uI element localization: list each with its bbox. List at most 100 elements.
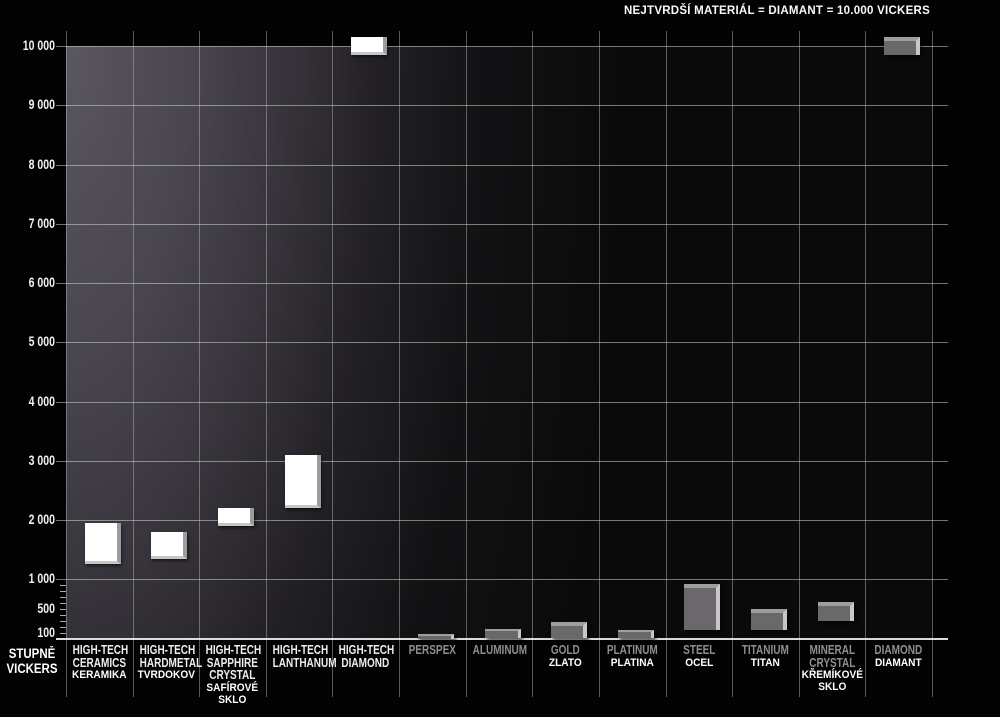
x-axis-label-platinum: PLATINUMPLATINA [599, 644, 666, 669]
y-axis-tick-label: 4 000 [12, 395, 55, 409]
grid-horizontal-line [56, 402, 948, 403]
material-name-cz: KERAMIKA [69, 669, 130, 681]
x-axis-label-hightech-hardmetal: HIGH-TECHHARDMETALTVRDOKOV [133, 644, 200, 681]
material-name-cz: PLATINA [602, 657, 663, 669]
grid-vertical-line [732, 31, 733, 697]
bar-perspex [418, 634, 454, 639]
x-axis-label-steel: STEELOCEL [666, 644, 733, 669]
x-axis-label-diamond: DIAMONDDIAMANT [865, 644, 932, 669]
x-axis-label-titanium: TITANIUMTITAN [732, 644, 799, 669]
x-axis-label-hightech-diamond: HIGH-TECHDIAMOND [332, 644, 399, 669]
material-name-en: GOLD [539, 644, 592, 657]
bar-steel [684, 584, 720, 630]
material-name-en: PLATINUM [606, 644, 659, 657]
y-axis-tick-label: 9 000 [12, 98, 55, 112]
y-axis-tick-label: 3 000 [12, 454, 55, 468]
grid-vertical-line [266, 31, 267, 697]
grid-vertical-line [666, 31, 667, 697]
material-name-en: TITANIUM [739, 644, 792, 657]
material-name-cz: TITAN [735, 657, 796, 669]
bar-platinum [618, 630, 654, 638]
y-axis-minor-tick [60, 603, 66, 604]
grid-vertical-line [932, 31, 933, 697]
y-axis-minor-tick [60, 609, 66, 610]
grid-vertical-line [332, 31, 333, 697]
grid-vertical-line [399, 31, 400, 697]
material-name-en: LANTHANUM [273, 657, 326, 670]
y-axis-title: STUPNĚ VICKERS [0, 646, 64, 676]
material-name-en: STEEL [672, 644, 725, 657]
grid-horizontal-line [56, 105, 948, 106]
grid-vertical-line [532, 31, 533, 697]
y-axis-tick-label: 7 000 [12, 217, 55, 231]
chart-title: NEJTVRDŠÍ MATERIÁL = DIAMANT = 10.000 VI… [624, 5, 930, 17]
material-name-cz: SKLO [801, 681, 862, 693]
y-axis-tick-label: 6 000 [12, 276, 55, 290]
material-name-cz: SKLO [202, 694, 263, 706]
material-name-cz: ZLATO [535, 657, 596, 669]
vickers-hardness-chart: NEJTVRDŠÍ MATERIÁL = DIAMANT = 10.000 VI… [0, 0, 1000, 717]
material-name-en: CRYSTAL [805, 657, 858, 670]
bar-mineral-crystal [818, 602, 854, 621]
y-axis-minor-tick [60, 621, 66, 622]
y-axis-minor-tick [60, 585, 66, 586]
x-axis-label-gold: GOLDZLATO [532, 644, 599, 669]
material-name-cz: SAFÍROVÉ [202, 682, 263, 694]
grid-horizontal-line [56, 224, 948, 225]
x-axis-label-hightech-sapphire: HIGH-TECHSAPPHIRECRYSTALSAFÍROVÉSKLO [199, 644, 266, 706]
material-name-en: DIAMOND [872, 644, 925, 657]
grid-horizontal-line [56, 342, 948, 343]
y-axis-minor-tick [60, 597, 66, 598]
x-axis-label-hightech-ceramics: HIGH-TECHCERAMICSKERAMIKA [66, 644, 133, 681]
y-axis-tick-label: 500 [12, 602, 55, 616]
bar-aluminum [485, 629, 521, 638]
bar-titanium [751, 609, 787, 630]
y-axis-title-line2: VICKERS [5, 661, 59, 676]
material-name-en: CERAMICS [73, 657, 126, 670]
material-name-en: HARDMETAL [139, 657, 192, 670]
grid-vertical-line [799, 31, 800, 697]
grid-vertical-line [865, 31, 866, 697]
grid-vertical-line [199, 31, 200, 697]
x-axis-label-aluminum: ALUMINUM [466, 644, 533, 657]
y-axis-tick-label: 8 000 [12, 158, 55, 172]
x-axis-label-hightech-lanthanum: HIGH-TECHLANTHANUM [266, 644, 333, 669]
y-axis-tick-label: 100 [12, 626, 55, 640]
grid-horizontal-line [56, 46, 948, 47]
y-axis-minor-tick [60, 615, 66, 616]
y-axis-tick-label: 1 000 [12, 572, 55, 586]
bar-hightech-ceramics [85, 523, 121, 564]
grid-horizontal-line [56, 579, 948, 580]
y-axis-minor-tick [60, 627, 66, 628]
grid-vertical-line [466, 31, 467, 697]
grid-vertical-line [133, 31, 134, 697]
material-name-cz: KŘEMÍKOVÉ [801, 669, 862, 681]
material-name-cz: TVRDOKOV [135, 669, 196, 681]
material-name-cz: DIAMANT [868, 657, 929, 669]
grid-horizontal-line [56, 461, 948, 462]
y-axis-tick-label: 2 000 [12, 513, 55, 527]
material-name-en: DIAMOND [339, 657, 392, 670]
y-axis-minor-tick [60, 591, 66, 592]
y-axis-title-line1: STUPNĚ [5, 646, 59, 661]
y-axis-tick-label: 5 000 [12, 335, 55, 349]
bar-diamond [884, 37, 920, 55]
grid-vertical-line [66, 31, 67, 697]
bar-hightech-sapphire [218, 508, 254, 526]
material-name-cz: OCEL [668, 657, 729, 669]
grid-horizontal-line [56, 283, 948, 284]
material-name-en: ALUMINUM [472, 644, 525, 657]
bar-gold [551, 622, 587, 639]
grid-horizontal-line [56, 165, 948, 166]
bar-hightech-hardmetal [151, 532, 187, 559]
material-name-en: PERSPEX [406, 644, 459, 657]
y-axis-minor-tick [60, 633, 66, 634]
material-name-en: CRYSTAL [206, 669, 259, 682]
grid-vertical-line [599, 31, 600, 697]
bar-hightech-lanthanum [285, 455, 321, 508]
bar-hightech-diamond [351, 37, 387, 55]
y-axis-tick-label: 10 000 [12, 39, 55, 53]
grid-horizontal-line [56, 520, 948, 521]
x-axis-label-mineral-crystal: MINERALCRYSTALKŘEMÍKOVÉSKLO [799, 644, 866, 693]
x-axis-label-perspex: PERSPEX [399, 644, 466, 657]
